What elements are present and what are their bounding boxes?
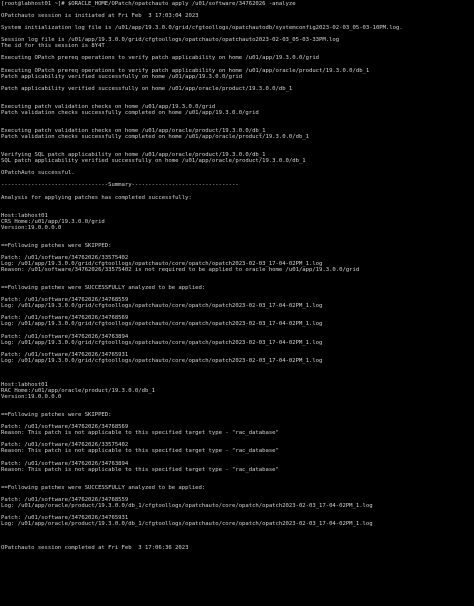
terminal-output: [root@labhost01 ~]# $ORACLE_HOME/OPatch/… bbox=[1, 1, 474, 569]
session-complete-line bbox=[1, 563, 474, 569]
terminal-window[interactable]: [root@labhost01 ~]# $ORACLE_HOME/OPatch/… bbox=[0, 0, 474, 606]
